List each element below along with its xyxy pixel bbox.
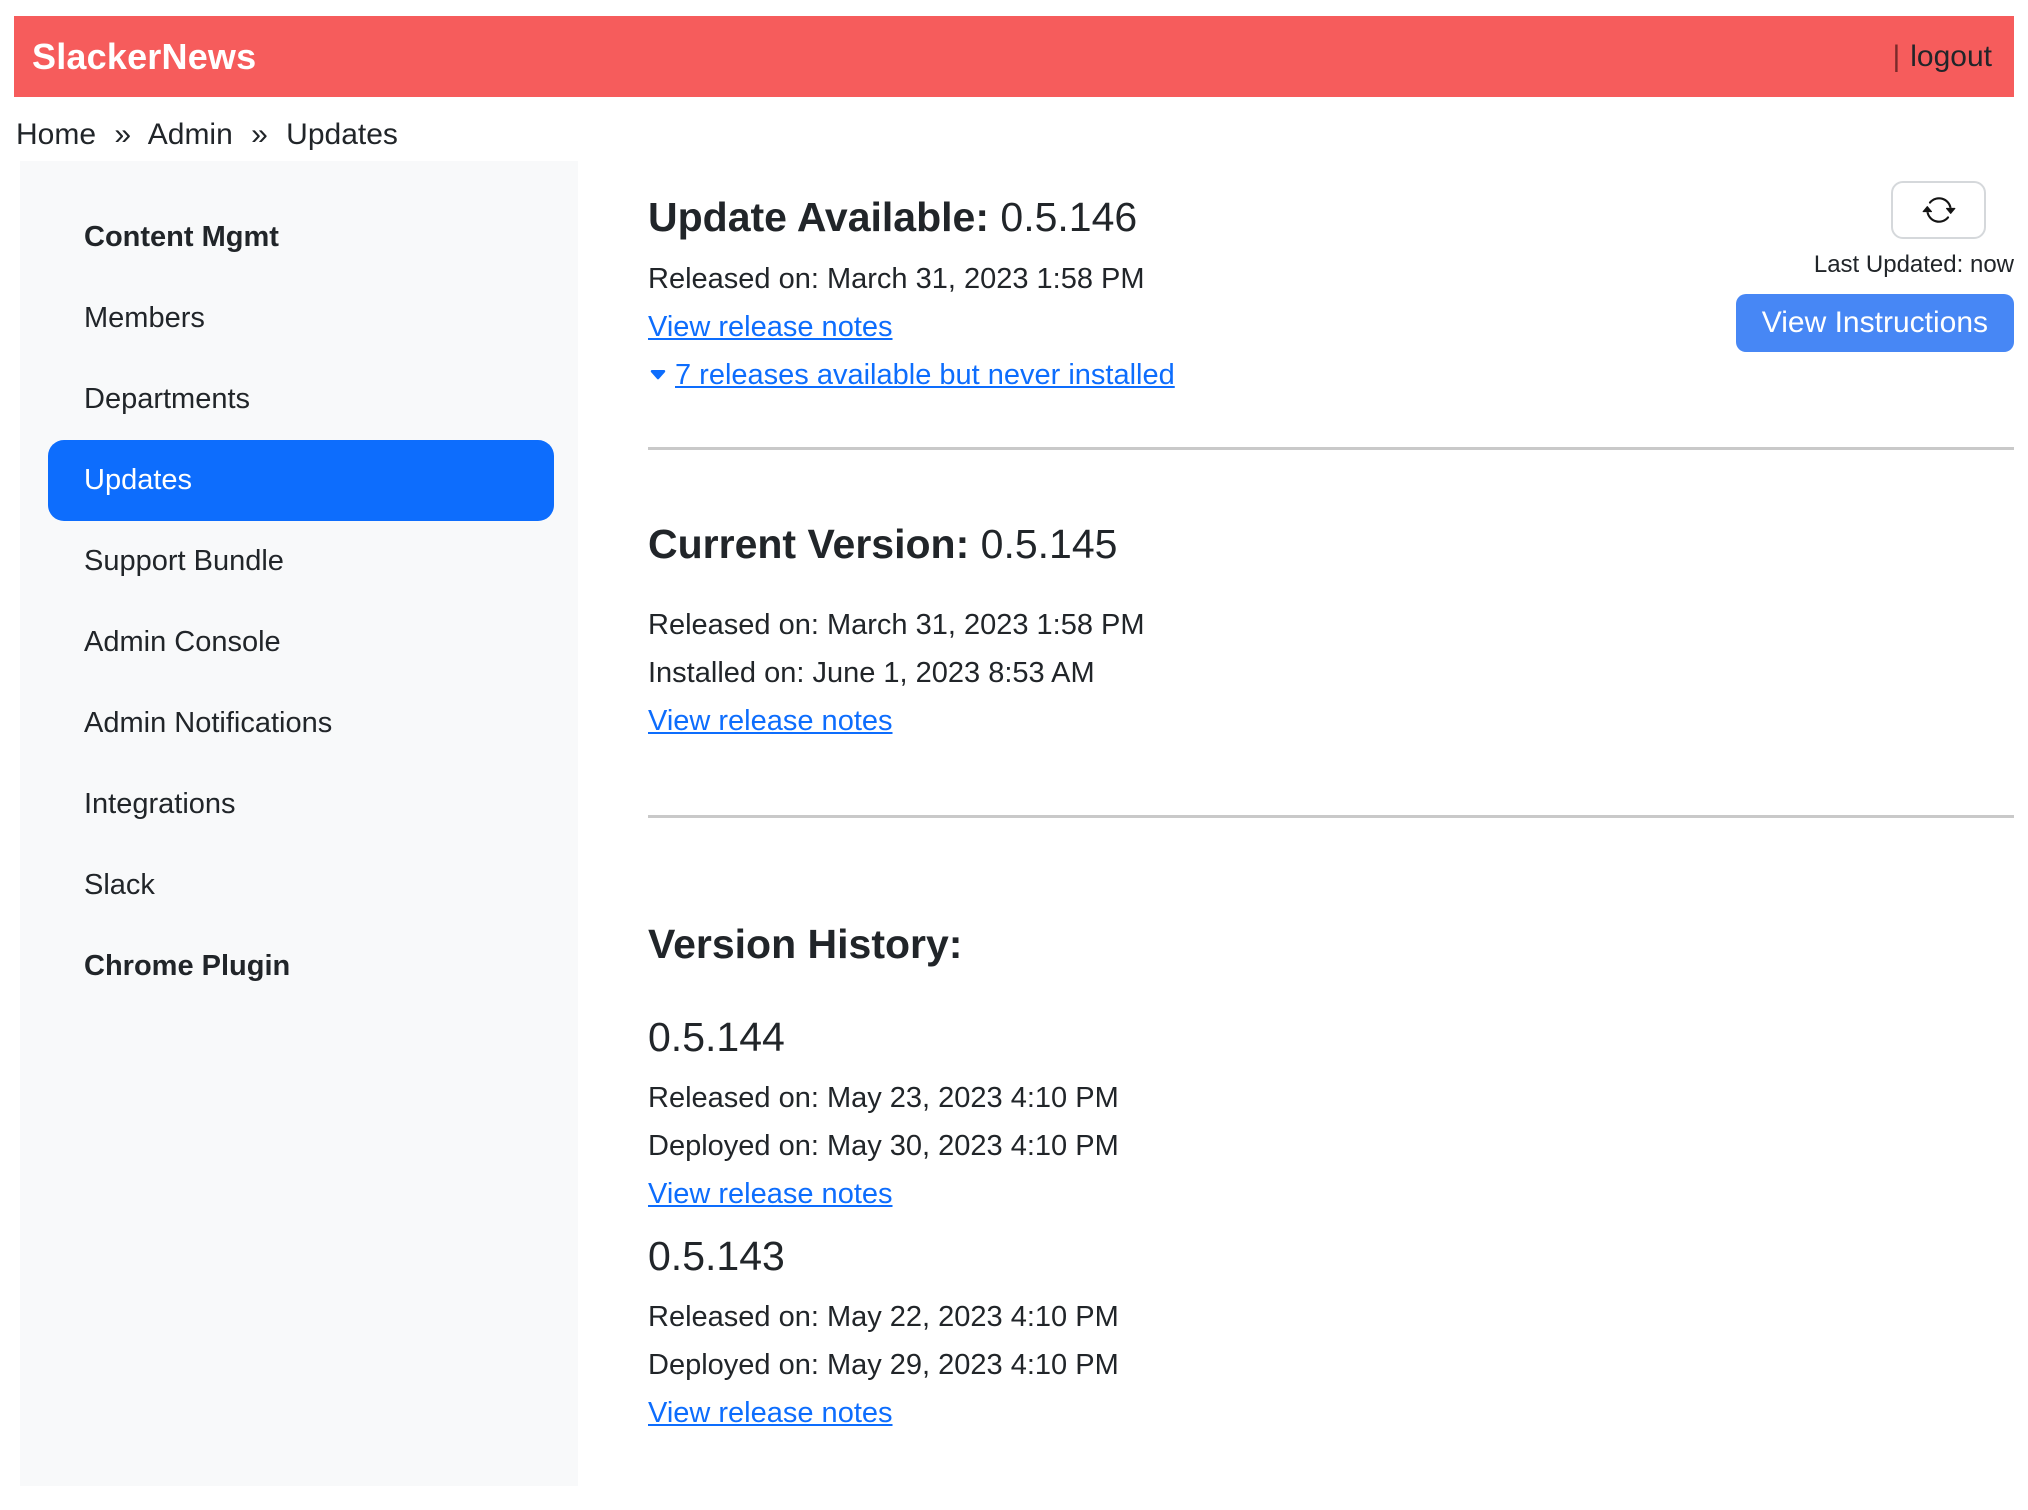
release-notes-link[interactable]: View release notes xyxy=(648,1178,893,1210)
releases-toggle-link[interactable]: 7 releases available but never installed xyxy=(675,351,1175,399)
sidebar-item-members[interactable]: Members xyxy=(48,278,554,359)
main-content: Last Updated: now View Instructions Upda… xyxy=(578,161,2014,1437)
release-notes-link[interactable]: View release notes xyxy=(648,705,893,737)
breadcrumb-separator: » xyxy=(251,118,268,151)
installed-on-text: Installed on: June 1, 2023 8:53 AM xyxy=(648,649,2014,697)
last-updated-text: Last Updated: now xyxy=(1814,249,2014,281)
page: SlackerNews | logout Home » Admin » Upda… xyxy=(0,0,2028,1486)
refresh-icon xyxy=(1922,193,1956,227)
version-number: 0.5.144 xyxy=(648,1013,2014,1062)
version-history-section: Version History: 0.5.144 Released on: Ma… xyxy=(648,920,2014,1437)
current-version-heading: Current Version: 0.5.145 xyxy=(648,520,2014,569)
update-actions: Last Updated: now View Instructions xyxy=(1736,181,2014,352)
brand-title: SlackerNews xyxy=(32,36,256,78)
divider xyxy=(648,447,2014,450)
update-available-version: 0.5.146 xyxy=(1000,194,1137,240)
sidebar: Content Mgmt Members Departments Updates… xyxy=(20,161,578,1486)
breadcrumb-home[interactable]: Home xyxy=(16,118,96,151)
version-number: 0.5.143 xyxy=(648,1232,2014,1281)
breadcrumb-updates[interactable]: Updates xyxy=(286,118,398,151)
breadcrumb-admin[interactable]: Admin xyxy=(148,118,233,151)
divider xyxy=(648,815,2014,818)
deployed-on-text: Deployed on: May 30, 2023 4:10 PM xyxy=(648,1122,2014,1170)
caret-down-icon xyxy=(648,365,668,385)
released-on-text: Released on: March 31, 2023 1:58 PM xyxy=(648,601,2014,649)
logout-link[interactable]: logout xyxy=(1910,40,1992,74)
version-history-entry: 0.5.144 Released on: May 23, 2023 4:10 P… xyxy=(648,1013,2014,1218)
current-version-section: Current Version: 0.5.145 Released on: Ma… xyxy=(648,520,2014,745)
sidebar-item-integrations[interactable]: Integrations xyxy=(48,764,554,845)
release-notes-link[interactable]: View release notes xyxy=(648,1397,893,1429)
update-available-label: Update Available: xyxy=(648,194,989,240)
sidebar-item-slack[interactable]: Slack xyxy=(48,845,554,926)
breadcrumb-separator: » xyxy=(114,118,131,151)
release-notes-link[interactable]: View release notes xyxy=(648,311,893,343)
sidebar-item-content-mgmt[interactable]: Content Mgmt xyxy=(48,197,554,278)
current-version-number: 0.5.145 xyxy=(981,521,1118,567)
main-layout: Content Mgmt Members Departments Updates… xyxy=(14,161,2014,1486)
version-history-heading: Version History: xyxy=(648,920,2014,969)
logout-area: | logout xyxy=(1892,40,1992,74)
sidebar-item-chrome-plugin[interactable]: Chrome Plugin xyxy=(48,926,554,1007)
sidebar-item-support-bundle[interactable]: Support Bundle xyxy=(48,521,554,602)
deployed-on-text: Deployed on: May 29, 2023 4:10 PM xyxy=(648,1341,2014,1389)
sidebar-item-departments[interactable]: Departments xyxy=(48,359,554,440)
released-on-text: Released on: May 23, 2023 4:10 PM xyxy=(648,1074,2014,1122)
breadcrumb: Home » Admin » Updates xyxy=(16,115,2014,155)
released-on-text: Released on: May 22, 2023 4:10 PM xyxy=(648,1293,2014,1341)
view-instructions-button[interactable]: View Instructions xyxy=(1736,294,2014,352)
sidebar-item-admin-notifications[interactable]: Admin Notifications xyxy=(48,683,554,764)
refresh-button[interactable] xyxy=(1891,181,1986,239)
version-history-entry: 0.5.143 Released on: May 22, 2023 4:10 P… xyxy=(648,1232,2014,1437)
releases-toggle-line: 7 releases available but never installed xyxy=(648,351,2014,399)
logout-separator: | xyxy=(1892,40,1900,74)
sidebar-item-admin-console[interactable]: Admin Console xyxy=(48,602,554,683)
current-version-label: Current Version: xyxy=(648,521,969,567)
sidebar-item-updates[interactable]: Updates xyxy=(48,440,554,521)
top-header-bar: SlackerNews | logout xyxy=(14,16,2014,97)
